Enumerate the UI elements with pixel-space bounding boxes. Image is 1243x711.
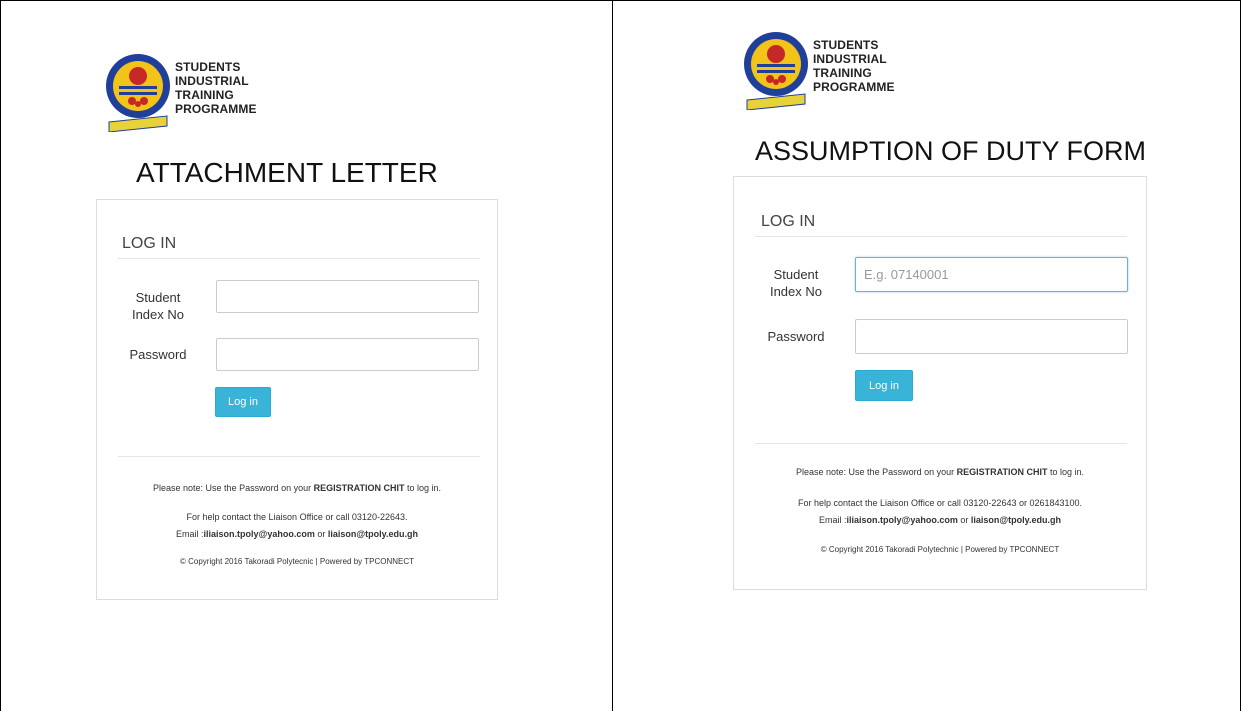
index-input[interactable] <box>855 257 1128 292</box>
page-title: ATTACHMENT LETTER <box>136 157 438 188</box>
login-button[interactable]: Log in <box>855 370 913 401</box>
card-heading: LOG IN <box>761 213 816 230</box>
email-link-yahoo[interactable]: iliaison.tpoly@yahoo.com <box>204 529 315 539</box>
email-link-tpoly[interactable]: liaison@tpoly.edu.gh <box>971 515 1061 525</box>
page-title: ASSUMPTION OF DUTY FORM <box>755 136 1147 166</box>
copyright: © Copyright 2016 Takoradi Polytechnic | … <box>820 545 1060 554</box>
email-link-tpoly[interactable]: liaison@tpoly.edu.gh <box>328 529 418 539</box>
login-card: LOG IN Student Index No Password Log in … <box>733 176 1147 590</box>
email-or: or <box>957 515 971 525</box>
login-button[interactable]: Log in <box>215 387 271 417</box>
card-divider <box>755 236 1127 237</box>
email-line: Email :iliaison.tpoly@yahoo.com or liais… <box>734 515 1146 525</box>
email-link-yahoo[interactable]: iliaison.tpoly@yahoo.com <box>847 515 958 525</box>
card-divider <box>118 258 480 259</box>
index-label-line-1: Student <box>773 267 819 282</box>
note-suffix: to log in. <box>1047 467 1084 477</box>
note-prefix: Please note: Use the Password on your <box>796 467 957 477</box>
password-input[interactable] <box>855 319 1128 354</box>
note-bold: REGISTRATION CHIT <box>956 467 1048 477</box>
note-bold: REGISTRATION CHIT <box>313 483 405 493</box>
note-prefix: Please note: Use the Password on your <box>153 483 314 493</box>
card-footer-divider <box>118 456 480 457</box>
panel-divider <box>612 0 613 711</box>
index-label: Student Index No <box>763 266 829 300</box>
password-label: Password <box>129 347 187 362</box>
polytechnic-logo <box>739 24 813 111</box>
help-line: For help contact the Liaison Office or c… <box>186 512 408 522</box>
password-note: Please note: Use the Password on your RE… <box>734 467 1146 477</box>
header-text: STUDENTS INDUSTRIAL TRAINING PROGRAMME <box>813 38 895 94</box>
email-or: or <box>314 529 328 539</box>
index-label: Student Index No <box>125 289 191 323</box>
password-note: Please note: Use the Password on your RE… <box>97 483 497 493</box>
card-footer-divider <box>755 443 1127 444</box>
login-card: LOG IN Student Index No Password Log in … <box>96 199 498 600</box>
left-header: STUDENTS INDUSTRIAL TRAINING PROGRAMME <box>101 46 257 133</box>
help-line: For help contact the Liaison Office or c… <box>797 498 1083 508</box>
index-label-line-2: Index No <box>769 284 823 299</box>
email-line: Email :iliaison.tpoly@yahoo.com or liais… <box>97 529 497 539</box>
header-text: STUDENTS INDUSTRIAL TRAINING PROGRAMME <box>175 60 257 116</box>
password-input[interactable] <box>216 338 479 371</box>
index-label-line-1: Student <box>135 290 181 305</box>
note-suffix: to log in. <box>404 483 441 493</box>
email-prefix: Email : <box>176 529 204 539</box>
polytechnic-logo <box>101 46 175 133</box>
password-label: Password <box>767 329 825 344</box>
index-input[interactable] <box>216 280 479 313</box>
index-label-line-2: Index No <box>131 307 185 322</box>
right-header: STUDENTS INDUSTRIAL TRAINING PROGRAMME <box>739 24 895 111</box>
copyright: © Copyright 2016 Takoradi Polytecnic | P… <box>180 557 414 566</box>
card-heading: LOG IN <box>122 235 177 252</box>
email-prefix: Email : <box>819 515 847 525</box>
